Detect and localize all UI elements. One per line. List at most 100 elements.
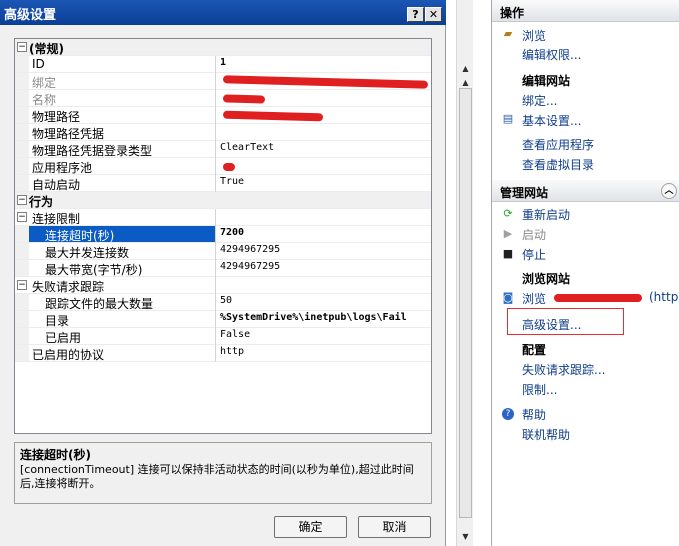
property-label: 目录 — [45, 314, 70, 328]
property-label: 应用程序池 — [32, 161, 93, 175]
property-row-enabled-protocols[interactable]: 已启用的协议 http — [15, 345, 431, 362]
redaction-mark — [222, 75, 429, 89]
section-edit-site: 编辑网站 — [522, 74, 571, 88]
redaction-mark — [222, 162, 236, 172]
section-browse-site: 浏览网站 — [522, 272, 571, 286]
property-label: 物理路径凭据 — [32, 127, 105, 141]
property-value: 4294967295 — [220, 244, 281, 255]
action-browse[interactable]: 浏览 — [522, 27, 546, 44]
category-general[interactable]: − (常规) — [15, 39, 431, 56]
action-browse-site-link[interactable]: 浏览 — [522, 290, 546, 307]
property-row-physical-path[interactable]: 物理路径 — [15, 107, 431, 124]
property-row-max-trace-files[interactable]: 跟踪文件的最大数量 50 — [15, 294, 431, 311]
property-label: 失败请求跟踪 — [32, 280, 105, 294]
action-online-help[interactable]: 联机帮助 — [522, 426, 570, 443]
action-start[interactable]: 启动 — [522, 226, 546, 243]
section-configure: 配置 — [522, 343, 547, 357]
browser-globe-icon: ◙ — [502, 291, 514, 304]
collapse-chevron-icon[interactable]: ︿ — [661, 183, 677, 199]
browse-folder-icon: ▰ — [503, 27, 513, 40]
property-row-bindings[interactable]: 绑定 — [15, 73, 431, 90]
close-button[interactable]: ✕ — [425, 7, 442, 22]
scroll-up-icon[interactable]: ▲ — [458, 62, 473, 76]
stop-icon: ■ — [502, 247, 514, 260]
property-row-id[interactable]: ID 1 — [15, 56, 431, 73]
property-row-name[interactable]: 名称 — [15, 90, 431, 107]
category-label: (常规) — [29, 42, 64, 56]
property-label: 连接超时(秒) — [29, 226, 215, 243]
property-row-enabled[interactable]: 已启用 False — [15, 328, 431, 345]
browse-prefix: 浏览 — [522, 292, 547, 306]
property-label: 已启用 — [45, 331, 82, 345]
property-grid: − (常规) ID 1 绑定 名称 物理路径 物理路径凭据 物理路径凭据登录类型… — [14, 38, 432, 434]
action-failed-request-tracing[interactable]: 失败请求跟踪... — [522, 361, 605, 378]
action-bindings[interactable]: 绑定... — [522, 92, 557, 109]
property-label: 名称 — [32, 93, 57, 107]
restart-icon: ⟳ — [503, 207, 513, 220]
property-label: ID — [32, 57, 45, 71]
property-label: 最大带宽(字节/秒) — [45, 263, 143, 277]
scroll-down-icon[interactable]: ▼ — [458, 530, 473, 544]
action-view-applications[interactable]: 查看应用程序 — [522, 136, 594, 153]
scroll-thumb[interactable] — [459, 88, 472, 518]
description-title: 连接超时(秒) — [20, 448, 91, 462]
property-row-connection-timeout[interactable]: 连接超时(秒) 7200 — [15, 226, 431, 243]
property-row-connection-limits[interactable]: − 连接限制 — [15, 209, 431, 226]
browse-suffix[interactable]: (http — [649, 290, 678, 304]
category-label: 行为 — [29, 195, 54, 209]
dialog-title-bar[interactable]: 高级设置 ? ✕ — [0, 0, 446, 25]
property-description-panel: 连接超时(秒) [connectionTimeout] 连接可以保持非活动状态的… — [14, 442, 432, 504]
property-row-app-pool[interactable]: 应用程序池 — [15, 158, 431, 175]
category-behavior[interactable]: − 行为 — [15, 192, 431, 209]
action-limits[interactable]: 限制... — [522, 381, 557, 398]
actions-pane: 操作 ▰ 浏览 编辑权限... 编辑网站 绑定... ▤ 基本设置... 查看应… — [491, 0, 679, 546]
property-value: 1 — [220, 57, 227, 68]
property-row-path-credentials[interactable]: 物理路径凭据 — [15, 124, 431, 141]
property-label: 连接限制 — [32, 212, 81, 226]
property-row-logon-type[interactable]: 物理路径凭据登录类型 ClearText — [15, 141, 431, 158]
actions-header-label: 操作 — [500, 6, 525, 20]
action-restart[interactable]: 重新启动 — [522, 206, 570, 223]
action-stop[interactable]: 停止 — [522, 246, 546, 263]
property-value: 50 — [220, 295, 233, 306]
collapse-icon[interactable]: − — [17, 280, 27, 290]
redaction-mark — [554, 294, 642, 302]
help-icon: ? — [502, 408, 514, 420]
collapse-icon[interactable]: − — [17, 42, 27, 52]
property-label: 物理路径凭据登录类型 — [32, 144, 153, 158]
action-help[interactable]: 帮助 — [522, 406, 546, 423]
start-icon: ▶ — [503, 227, 513, 240]
property-value[interactable]: 7200 — [220, 227, 431, 238]
property-row-directory[interactable]: 目录 %SystemDrive%\inetpub\logs\Fail — [15, 311, 431, 328]
actions-header: 操作 — [492, 0, 679, 22]
manage-site-header: 管理网站 ︿ — [492, 180, 679, 202]
advanced-settings-dialog: 高级设置 ? ✕ − (常规) ID 1 绑定 名称 物理路径 物理路径凭据 物… — [0, 0, 446, 546]
property-label: 绑定 — [32, 76, 57, 90]
property-value: http — [220, 346, 245, 357]
property-label: 跟踪文件的最大数量 — [45, 297, 154, 311]
property-label: 最大并发连接数 — [45, 246, 130, 260]
action-basic-settings[interactable]: 基本设置... — [522, 112, 581, 129]
property-row-auto-start[interactable]: 自动启动 True — [15, 175, 431, 192]
cancel-button[interactable]: 取消 — [358, 516, 431, 538]
redaction-mark — [222, 110, 324, 122]
manage-site-header-label: 管理网站 — [500, 186, 549, 200]
property-row-max-bandwidth[interactable]: 最大带宽(字节/秒) 4294967295 — [15, 260, 431, 277]
action-advanced-settings[interactable]: 高级设置... — [522, 316, 581, 333]
redaction-mark — [222, 94, 266, 104]
ok-button[interactable]: 确定 — [274, 516, 347, 538]
action-view-virtual-directories[interactable]: 查看虚拟目录 — [522, 156, 594, 173]
collapse-icon[interactable]: − — [17, 212, 27, 222]
collapse-icon[interactable]: − — [17, 195, 27, 205]
property-value: False — [220, 329, 251, 340]
property-row-failed-request-tracing[interactable]: − 失败请求跟踪 — [15, 277, 431, 294]
property-value: %SystemDrive%\inetpub\logs\Fail — [220, 312, 407, 323]
property-row-max-connections[interactable]: 最大并发连接数 4294967295 — [15, 243, 431, 260]
dialog-title: 高级设置 — [4, 8, 57, 23]
help-button[interactable]: ? — [407, 7, 424, 22]
property-value: True — [220, 176, 245, 187]
content-scrollbar[interactable]: ▲ ▲ ▼ — [456, 0, 473, 546]
property-label: 物理路径 — [32, 110, 81, 124]
action-edit-permissions[interactable]: 编辑权限... — [522, 46, 581, 63]
settings-document-icon: ▤ — [502, 112, 514, 125]
